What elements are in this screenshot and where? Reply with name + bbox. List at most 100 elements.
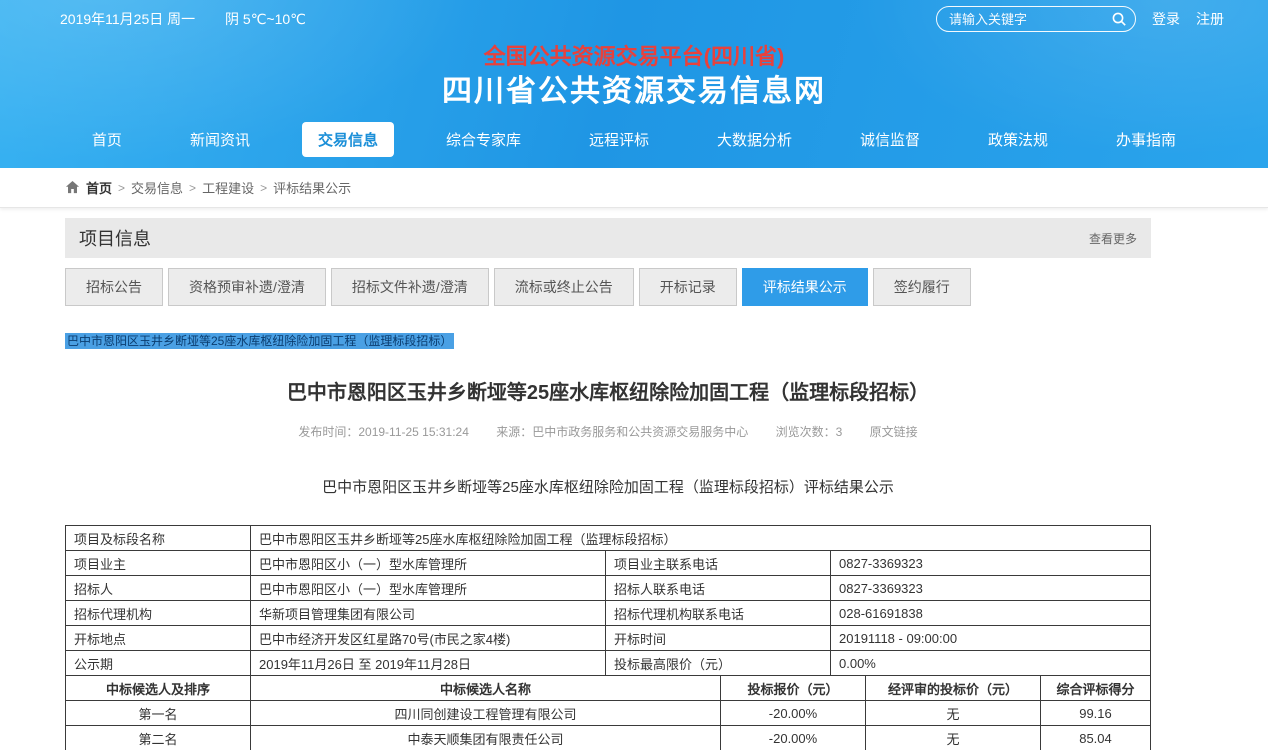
breadcrumb-trade-info[interactable]: 交易信息 (131, 178, 183, 197)
info-label: 招标人联系电话 (606, 576, 831, 601)
platform-title: 全国公共资源交易平台(四川省) (0, 42, 1268, 72)
info-value: 20191118 - 09:00:00 (831, 626, 1151, 651)
nav-item-policy[interactable]: 政策法规 (972, 122, 1064, 157)
table-row: 第一名 四川同创建设工程管理有限公司 -20.00% 无 99.16 (66, 701, 1151, 726)
nav-item-expert-pool[interactable]: 综合专家库 (430, 122, 537, 157)
tab-document-clarification[interactable]: 招标文件补遗/澄清 (331, 268, 489, 306)
info-value: 028-61691838 (831, 601, 1151, 626)
search-icon[interactable] (1111, 11, 1127, 27)
tab-bid-announcement[interactable]: 招标公告 (65, 268, 163, 306)
column-header: 综合评标得分 (1041, 676, 1151, 701)
source-text: 来源：巴中市政务服务和公共资源交易服务中心 (496, 425, 748, 439)
site-header: 2019年11月25日 周一 阴 5℃~10℃ 登录 注册 全国公共资源交易平台… (0, 0, 1268, 168)
score-cell: 99.16 (1041, 701, 1151, 726)
info-label: 项目业主联系电话 (606, 551, 831, 576)
section-title: 项目信息 (79, 225, 151, 251)
info-value: 0827-3369323 (831, 576, 1151, 601)
bid-price-cell: -20.00% (721, 726, 866, 750)
info-label: 开标时间 (606, 626, 831, 651)
table-row: 项目及标段名称 巴中市恩阳区玉井乡断垭等25座水库枢纽除险加固工程（监理标段招标… (66, 526, 1151, 551)
main-nav: 首页 新闻资讯 交易信息 综合专家库 远程评标 大数据分析 诚信监督 政策法规 … (0, 122, 1268, 157)
main-content: 项目信息 查看更多 招标公告 资格预审补遗/澄清 招标文件补遗/澄清 流标或终止… (65, 218, 1151, 750)
article-meta: 发布时间：2019-11-25 15:31:24 来源：巴中市政务服务和公共资源… (65, 423, 1151, 440)
original-link[interactable]: 原文链接 (870, 425, 918, 439)
score-cell: 85.04 (1041, 726, 1151, 750)
info-label: 公示期 (66, 651, 251, 676)
section-header: 项目信息 查看更多 (65, 218, 1151, 258)
evaluated-price-cell: 无 (866, 726, 1041, 750)
article-title: 巴中市恩阳区玉井乡断垭等25座水库枢纽除险加固工程（监理标段招标） (65, 376, 1151, 405)
tab-termination-notice[interactable]: 流标或终止公告 (494, 268, 634, 306)
tab-prequalification-clarification[interactable]: 资格预审补遗/澄清 (168, 268, 326, 306)
selected-link-row: 巴中市恩阳区玉井乡断垭等25座水库枢纽除险加固工程（监理标段招标） (65, 332, 1151, 350)
info-label: 项目业主 (66, 551, 251, 576)
breadcrumb-engineering[interactable]: 工程建设 (202, 178, 254, 197)
article-subtitle: 巴中市恩阳区玉井乡断垭等25座水库枢纽除险加固工程（监理标段招标）评标结果公示 (65, 476, 1151, 497)
table-row: 招标代理机构 华新项目管理集团有限公司 招标代理机构联系电话 028-61691… (66, 601, 1151, 626)
login-link[interactable]: 登录 (1152, 9, 1180, 29)
info-value: 0.00% (831, 651, 1151, 676)
breadcrumb-separator: > (118, 181, 125, 195)
tab-contract-performance[interactable]: 签约履行 (873, 268, 971, 306)
info-label: 招标人 (66, 576, 251, 601)
topbar: 2019年11月25日 周一 阴 5℃~10℃ 登录 注册 (0, 0, 1268, 38)
candidate-name-cell: 四川同创建设工程管理有限公司 (251, 701, 721, 726)
table-row: 开标地点 巴中市经济开发区红星路70号(市民之家4楼) 开标时间 2019111… (66, 626, 1151, 651)
info-value: 华新项目管理集团有限公司 (251, 601, 606, 626)
bid-price-cell: -20.00% (721, 701, 866, 726)
info-label: 开标地点 (66, 626, 251, 651)
view-more-link[interactable]: 查看更多 (1089, 230, 1137, 247)
evaluated-price-cell: 无 (866, 701, 1041, 726)
breadcrumb-evaluation-result[interactable]: 评标结果公示 (273, 178, 351, 197)
home-icon (65, 180, 80, 195)
rank-cell: 第一名 (66, 701, 251, 726)
site-title: 四川省公共资源交易信息网 (0, 72, 1268, 112)
nav-item-integrity[interactable]: 诚信监督 (844, 122, 936, 157)
table-row: 公示期 2019年11月26日 至 2019年11月28日 投标最高限价（元） … (66, 651, 1151, 676)
info-value: 巴中市恩阳区小（一）型水库管理所 (251, 576, 606, 601)
nav-item-trade-info[interactable]: 交易信息 (302, 122, 394, 157)
register-link[interactable]: 注册 (1196, 9, 1224, 29)
info-value: 巴中市恩阳区小（一）型水库管理所 (251, 551, 606, 576)
breadcrumb-separator: > (260, 181, 267, 195)
column-header: 经评审的投标价（元） (866, 676, 1041, 701)
nav-item-guide[interactable]: 办事指南 (1100, 122, 1192, 157)
column-header: 中标候选人及排序 (66, 676, 251, 701)
date-text: 2019年11月25日 周一 (60, 11, 195, 27)
tab-evaluation-result[interactable]: 评标结果公示 (742, 268, 868, 306)
candidate-name-cell: 中泰天顺集团有限责任公司 (251, 726, 721, 750)
column-header: 中标候选人名称 (251, 676, 721, 701)
info-label: 投标最高限价（元） (606, 651, 831, 676)
view-count: 浏览次数：3 (776, 425, 843, 439)
rank-cell: 第二名 (66, 726, 251, 750)
breadcrumb: 首页 > 交易信息 > 工程建设 > 评标结果公示 (0, 168, 1268, 208)
info-value: 2019年11月26日 至 2019年11月28日 (251, 651, 606, 676)
nav-item-big-data[interactable]: 大数据分析 (701, 122, 808, 157)
search-box[interactable] (936, 6, 1136, 32)
selected-project-link[interactable]: 巴中市恩阳区玉井乡断垭等25座水库枢纽除险加固工程（监理标段招标） (65, 333, 454, 349)
topbar-left: 2019年11月25日 周一 阴 5℃~10℃ (60, 9, 332, 29)
info-value: 巴中市经济开发区红星路70号(市民之家4楼) (251, 626, 606, 651)
breadcrumb-home[interactable]: 首页 (86, 178, 112, 197)
table-row: 第二名 中泰天顺集团有限责任公司 -20.00% 无 85.04 (66, 726, 1151, 750)
project-info-table: 项目及标段名称 巴中市恩阳区玉井乡断垭等25座水库枢纽除险加固工程（监理标段招标… (65, 525, 1151, 676)
tab-bid-opening-record[interactable]: 开标记录 (639, 268, 737, 306)
nav-item-home[interactable]: 首页 (76, 122, 138, 157)
breadcrumb-separator: > (189, 181, 196, 195)
candidates-table: 中标候选人及排序 中标候选人名称 投标报价（元） 经评审的投标价（元） 综合评标… (65, 675, 1151, 750)
table-row: 项目业主 巴中市恩阳区小（一）型水库管理所 项目业主联系电话 0827-3369… (66, 551, 1151, 576)
site-titles: 全国公共资源交易平台(四川省) 四川省公共资源交易信息网 (0, 42, 1268, 112)
search-input[interactable] (949, 12, 1111, 27)
publish-time: 发布时间：2019-11-25 15:31:24 (298, 425, 469, 439)
nav-item-news[interactable]: 新闻资讯 (174, 122, 266, 157)
info-value: 巴中市恩阳区玉井乡断垭等25座水库枢纽除险加固工程（监理标段招标） (251, 526, 1151, 551)
info-value: 0827-3369323 (831, 551, 1151, 576)
column-header: 投标报价（元） (721, 676, 866, 701)
table-row: 招标人 巴中市恩阳区小（一）型水库管理所 招标人联系电话 0827-336932… (66, 576, 1151, 601)
table-header-row: 中标候选人及排序 中标候选人名称 投标报价（元） 经评审的投标价（元） 综合评标… (66, 676, 1151, 701)
info-label: 招标代理机构 (66, 601, 251, 626)
info-label: 招标代理机构联系电话 (606, 601, 831, 626)
nav-item-remote-evaluation[interactable]: 远程评标 (573, 122, 665, 157)
tabs: 招标公告 资格预审补遗/澄清 招标文件补遗/澄清 流标或终止公告 开标记录 评标… (65, 268, 1151, 306)
weather-text: 阴 5℃~10℃ (225, 11, 306, 27)
